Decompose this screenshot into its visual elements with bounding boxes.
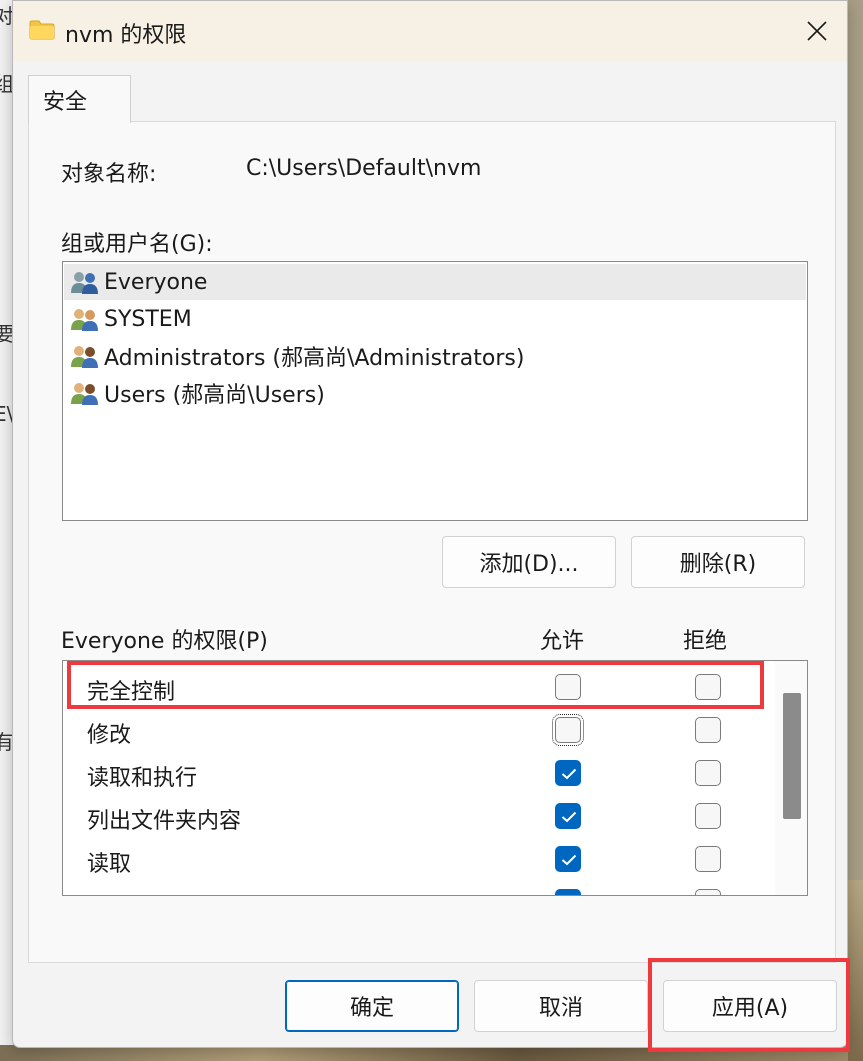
permission-name: 读取 [87,852,132,877]
permission-row-list-folder: 列出文件夹内容 [63,795,775,838]
list-item-label: SYSTEM [104,306,192,332]
permission-row-read-execute: 读取和执行 [63,752,775,795]
allow-column-header: 允许 [540,629,585,654]
allow-checkbox[interactable] [555,889,581,895]
permissions-scrollbar[interactable] [775,661,807,895]
permission-name: 完全控制 [87,680,176,705]
tab-security[interactable]: 安全 [28,75,131,123]
user-group-icon [71,346,98,368]
permission-row-modify: 修改 [63,709,775,752]
checkmark-icon [561,811,577,823]
object-name-value: C:\Users\Default\nvm [246,156,482,181]
deny-checkbox[interactable] [695,674,721,700]
list-item[interactable]: Users (郝高尚\Users) [64,375,806,411]
list-item-label: Administrators (郝高尚\Administrators) [104,346,525,371]
desktop-background [848,880,863,1061]
scrollbar-thumb[interactable] [783,693,801,819]
user-group-icon [71,383,98,405]
list-item-label: Everyone [104,269,208,295]
permission-name: 读取和执行 [87,766,198,791]
group-user-list[interactable]: Everyone SYSTEM Administrators (郝高尚\Admi… [62,261,808,521]
cancel-button[interactable]: 取消 [474,980,648,1032]
allow-checkbox[interactable] [555,674,581,700]
permission-row-full-control: 完全控制 [63,666,775,709]
permissions-list[interactable]: 完全控制 修改 读取和执行 列出文件夹内容 读取 [62,660,808,896]
checkmark-icon [561,768,577,780]
deny-checkbox[interactable] [695,717,721,743]
permission-row-write: 写入 [63,881,775,895]
allow-checkbox[interactable] [555,803,581,829]
list-item[interactable]: Administrators (郝高尚\Administrators) [64,338,806,374]
security-tab-panel: 对象名称: C:\Users\Default\nvm 组或用户名(G): Eve… [28,121,836,963]
folder-icon [29,20,55,40]
close-icon [807,21,827,41]
deny-checkbox[interactable] [695,846,721,872]
apply-button[interactable]: 应用(A) [663,980,837,1032]
list-item[interactable]: Everyone [64,264,806,300]
window-title: nvm 的权限 [65,23,187,48]
deny-column-header: 拒绝 [683,629,728,654]
allow-checkbox[interactable] [555,846,581,872]
permission-name: 列出文件夹内容 [87,809,242,834]
ok-button[interactable]: 确定 [285,980,459,1032]
checkmark-icon [561,854,577,866]
permission-name: 写入 [87,889,131,895]
allow-checkbox[interactable] [555,760,581,786]
permission-row-read: 读取 [63,838,775,881]
deny-checkbox[interactable] [695,889,721,895]
user-group-icon [71,309,98,331]
deny-checkbox[interactable] [695,803,721,829]
remove-button[interactable]: 删除(R) [631,536,805,588]
add-button[interactable]: 添加(D)... [442,536,616,588]
deny-checkbox[interactable] [695,760,721,786]
list-item-label: Users (郝高尚\Users) [104,383,325,408]
user-group-icon [71,272,98,294]
list-item[interactable]: SYSTEM [64,301,806,337]
title-bar[interactable]: nvm 的权限 [13,1,847,61]
permissions-dialog: nvm 的权限 安全 对象名称: C:\Users\Default\nvm 组或… [12,0,848,1048]
permission-name: 修改 [87,723,132,748]
close-button[interactable] [793,9,841,53]
group-list-label: 组或用户名(G): [61,232,213,257]
allow-checkbox[interactable] [552,714,584,746]
object-name-label: 对象名称: [61,162,157,187]
permissions-label: Everyone 的权限(P) [61,629,268,654]
